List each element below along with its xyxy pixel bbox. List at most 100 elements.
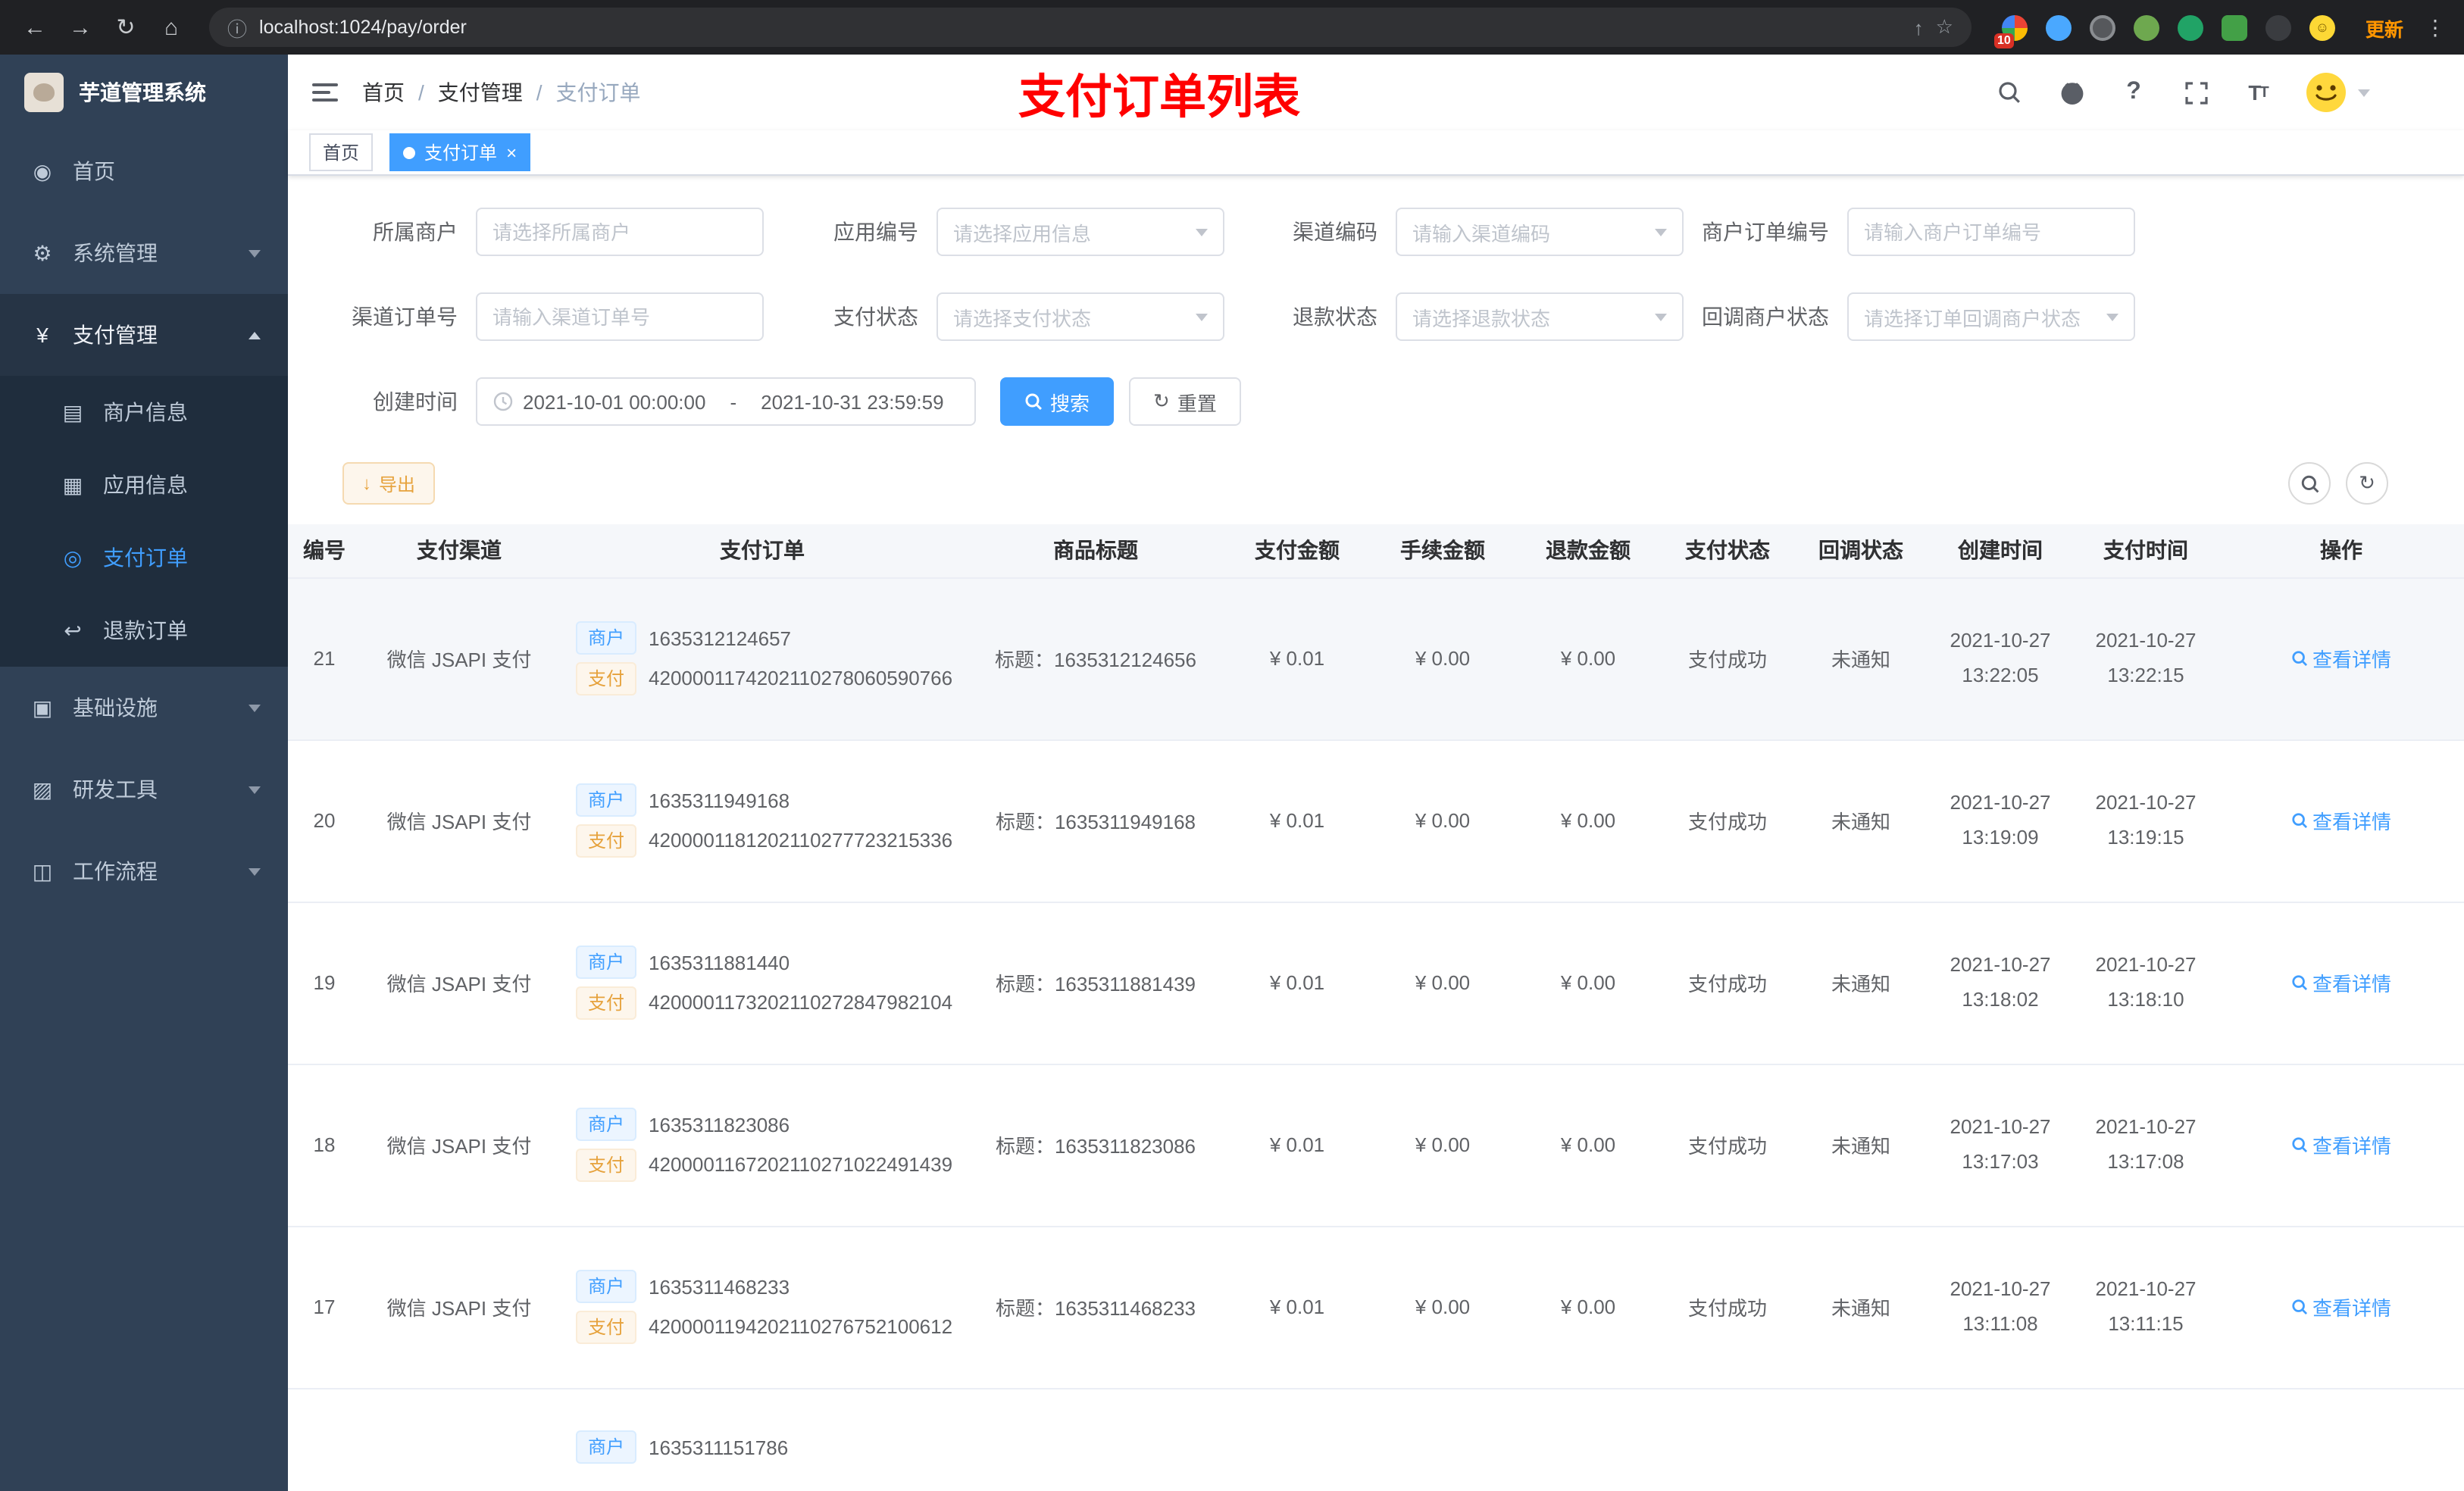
channel-code-select[interactable]: 请输入渠道编码 — [1396, 208, 1684, 256]
view-detail-link[interactable]: 查看详情 — [2291, 806, 2391, 835]
server-icon: ▣ — [32, 695, 53, 719]
merchant-order-no-input[interactable] — [1864, 220, 2118, 243]
col-header-amount: 支付金额 — [1224, 524, 1370, 578]
app-select[interactable]: 请选择应用信息 — [937, 208, 1224, 256]
close-icon[interactable]: × — [506, 143, 517, 161]
refresh-icon: ↻ — [2359, 471, 2375, 494]
view-detail-link[interactable]: 查看详情 — [2291, 968, 2391, 997]
extension-icon[interactable]: 10 — [1993, 14, 2028, 48]
search-icon — [2300, 474, 2319, 492]
tab-home[interactable]: 首页 — [309, 133, 374, 171]
refresh-table-button[interactable]: ↻ — [2346, 462, 2388, 505]
col-header-notify: 回调状态 — [1794, 524, 1928, 578]
sidebar-collapse-icon[interactable] — [312, 83, 338, 102]
chevron-down-icon — [1655, 313, 1667, 320]
avatar — [2306, 73, 2346, 112]
github-icon[interactable] — [2056, 77, 2087, 108]
search-icon[interactable] — [1994, 77, 2025, 108]
merchant-tag: 商户 — [576, 621, 637, 655]
chevron-down-icon — [1196, 313, 1208, 320]
notify-status-select[interactable]: 请选择订单回调商户状态 — [1847, 292, 2135, 341]
pay-tag: 支付 — [576, 661, 637, 695]
search-button[interactable]: 搜索 — [1000, 377, 1115, 426]
view-detail-link[interactable]: 查看详情 — [2291, 644, 2391, 673]
refund-status-select[interactable]: 请选择退款状态 — [1396, 292, 1684, 341]
chrome-update-button[interactable]: 更新 — [2353, 8, 2416, 46]
refund-icon: ↩ — [64, 617, 82, 642]
extension-icon[interactable] — [2089, 14, 2115, 40]
view-detail-link[interactable]: 查看详情 — [2291, 1130, 2391, 1159]
sidebar-item-merchant-info[interactable]: ▤ 商户信息 — [0, 376, 288, 449]
view-detail-link[interactable]: 查看详情 — [2291, 1293, 2391, 1321]
font-size-icon[interactable]: TT — [2243, 77, 2273, 108]
browser-toolbar: ← → ↻ ⌂ ⓘ localhost:1024/pay/order ↑ ☆ 1… — [0, 0, 2464, 55]
extension-icon[interactable] — [2221, 14, 2247, 40]
field-label: 应用编号 — [833, 220, 918, 244]
docs-question-icon[interactable]: ? — [2118, 77, 2149, 108]
yen-icon: ¥ — [36, 323, 48, 347]
extension-badge: 10 — [1993, 33, 2014, 48]
url-text: localhost:1024/pay/order — [259, 17, 467, 38]
merchant-tag: 商户 — [576, 783, 637, 817]
breadcrumb-payment[interactable]: 支付管理 — [438, 77, 523, 108]
logo-image — [24, 73, 64, 112]
extension-icon[interactable] — [2177, 14, 2203, 40]
active-dot — [403, 146, 416, 158]
channel-order-no-field[interactable] — [476, 292, 764, 341]
extension-icon[interactable]: ☺ — [2309, 14, 2335, 40]
extension-icon[interactable] — [2133, 14, 2159, 40]
sidebar-item-refund-order[interactable]: ↩ 退款订单 — [0, 594, 288, 667]
sidebar-item-dev-tools[interactable]: ▨ 研发工具 — [0, 749, 288, 830]
table-row: 21 微信 JSAPI 支付 商户 1635312124657 支付 4200001… — [288, 577, 2464, 740]
target-icon: ◎ — [63, 545, 83, 569]
dashboard-icon: ◉ — [33, 158, 52, 183]
app-logo[interactable]: 芋道管理系统 — [0, 55, 288, 130]
share-icon[interactable]: ↑ — [1914, 16, 1924, 39]
chevron-down-icon — [249, 704, 261, 711]
sidebar-item-payment[interactable]: ¥ 支付管理 — [0, 294, 288, 376]
col-header-id: 编号 — [288, 524, 361, 578]
sidebar-item-infrastructure[interactable]: ▣ 基础设施 — [0, 667, 288, 749]
browser-menu-icon[interactable]: ⋮ — [2422, 14, 2449, 40]
channel-order-no-input[interactable] — [492, 305, 747, 328]
col-header-status: 支付状态 — [1661, 524, 1794, 578]
filter-row: 渠道订单号 支付状态 请选择支付状态 退款状态 — [288, 292, 2464, 341]
sidebar-item-system[interactable]: ⚙ 系统管理 — [0, 212, 288, 294]
sidebar-item-workflow[interactable]: ◫ 工作流程 — [0, 830, 288, 912]
forward-icon[interactable]: → — [61, 8, 100, 47]
merchant-order-no-field[interactable] — [1847, 208, 2135, 256]
pay-status-select[interactable]: 请选择支付状态 — [937, 292, 1224, 341]
caret-down-icon — [2358, 89, 2370, 96]
merchant-input[interactable] — [492, 220, 747, 243]
field-label: 商户订单编号 — [1702, 220, 1829, 244]
sidebar-item-app-info[interactable]: ▦ 应用信息 — [0, 449, 288, 521]
search-icon — [1025, 393, 1042, 410]
export-button[interactable]: ↓ 导出 — [342, 462, 436, 505]
extension-icon[interactable] — [2045, 14, 2072, 40]
payment-submenu: ▤ 商户信息 ▦ 应用信息 ◎ 支付订单 ↩ 退款订单 — [0, 376, 288, 667]
reload-icon[interactable]: ↻ — [106, 8, 145, 47]
toggle-search-button[interactable] — [2288, 462, 2331, 505]
bookmark-star-icon[interactable]: ☆ — [1936, 15, 1953, 39]
sidebar-item-pay-order[interactable]: ◎ 支付订单 — [0, 521, 288, 594]
merchant-select[interactable] — [476, 208, 764, 256]
back-icon[interactable]: ← — [15, 8, 55, 47]
user-avatar-menu[interactable] — [2305, 71, 2370, 114]
sidebar-item-home[interactable]: ◉ 首页 — [0, 130, 288, 212]
site-info-icon[interactable]: ⓘ — [227, 13, 247, 42]
extension-icon[interactable] — [2265, 14, 2291, 40]
create-time-range-picker[interactable]: 2021-10-01 00:00:00 - 2021-10-31 23:59:5… — [476, 377, 976, 426]
clock-icon — [493, 392, 513, 411]
home-icon[interactable]: ⌂ — [152, 8, 191, 47]
tab-pay-order[interactable]: 支付订单 × — [389, 133, 531, 171]
breadcrumb-separator: / — [418, 80, 424, 105]
date-start: 2021-10-01 00:00:00 — [523, 390, 706, 413]
refresh-icon: ↻ — [1153, 389, 1170, 412]
reset-button[interactable]: ↻ 重置 — [1129, 377, 1241, 426]
fullscreen-icon[interactable] — [2181, 77, 2211, 108]
breadcrumb-home[interactable]: 首页 — [362, 77, 405, 108]
magnifier-icon — [2292, 1299, 2308, 1315]
col-header-pay-order: 支付订单 — [558, 524, 967, 578]
address-bar[interactable]: ⓘ localhost:1024/pay/order ↑ ☆ — [209, 8, 1972, 47]
download-icon: ↓ — [362, 473, 371, 494]
